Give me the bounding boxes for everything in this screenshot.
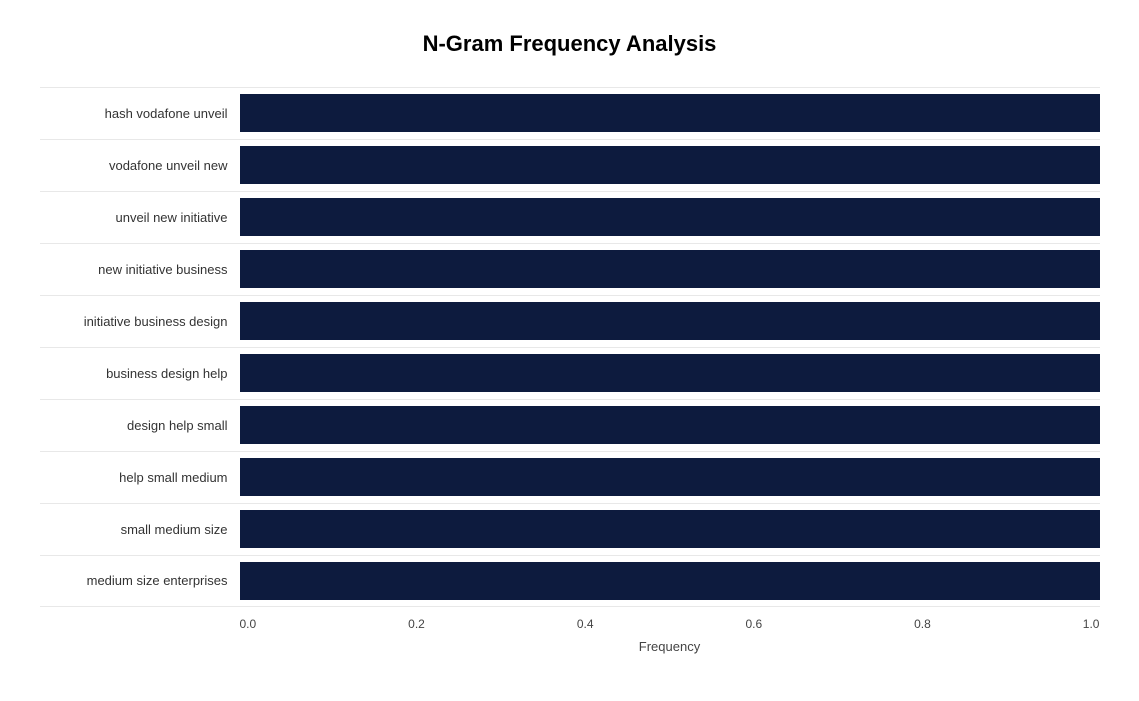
bar-label: initiative business design <box>40 314 240 329</box>
bar-fill <box>240 510 1100 548</box>
bar-row: hash vodafone unveil <box>40 87 1100 139</box>
bar-fill <box>240 146 1100 184</box>
bar-fill <box>240 354 1100 392</box>
bar-row: business design help <box>40 347 1100 399</box>
bar-row: vodafone unveil new <box>40 139 1100 191</box>
bar-fill <box>240 302 1100 340</box>
x-axis: 0.0 0.2 0.4 0.6 0.8 1.0 <box>40 611 1100 633</box>
bar-label: business design help <box>40 366 240 381</box>
x-tick: 1.0 <box>1083 617 1100 631</box>
x-tick: 0.8 <box>914 617 931 631</box>
bar-label: vodafone unveil new <box>40 158 240 173</box>
bar-fill <box>240 406 1100 444</box>
chart-container: N-Gram Frequency Analysis hash vodafone … <box>20 11 1120 691</box>
bar-fill <box>240 94 1100 132</box>
bar-label: medium size enterprises <box>40 573 240 588</box>
chart-title: N-Gram Frequency Analysis <box>40 31 1100 57</box>
bar-label: new initiative business <box>40 262 240 277</box>
bar-fill <box>240 458 1100 496</box>
bar-row: new initiative business <box>40 243 1100 295</box>
bar-row: initiative business design <box>40 295 1100 347</box>
bar-label: design help small <box>40 418 240 433</box>
bar-track <box>240 146 1100 184</box>
x-axis-ticks: 0.0 0.2 0.4 0.6 0.8 1.0 <box>240 611 1100 633</box>
x-tick: 0.4 <box>577 617 594 631</box>
bar-label: unveil new initiative <box>40 210 240 225</box>
bar-track <box>240 354 1100 392</box>
bar-fill <box>240 562 1100 600</box>
bar-track <box>240 94 1100 132</box>
chart-area: hash vodafone unveil vodafone unveil new u… <box>40 87 1100 607</box>
x-tick: 0.6 <box>745 617 762 631</box>
bar-row: design help small <box>40 399 1100 451</box>
bar-fill <box>240 250 1100 288</box>
bar-track <box>240 250 1100 288</box>
bar-row: small medium size <box>40 503 1100 555</box>
bar-track <box>240 302 1100 340</box>
bar-track <box>240 458 1100 496</box>
bar-track <box>240 510 1100 548</box>
bar-row: unveil new initiative <box>40 191 1100 243</box>
bar-label: small medium size <box>40 522 240 537</box>
bar-track <box>240 198 1100 236</box>
bar-label: hash vodafone unveil <box>40 106 240 121</box>
bar-track <box>240 562 1100 600</box>
bar-row: help small medium <box>40 451 1100 503</box>
x-axis-label: Frequency <box>40 639 1100 654</box>
x-tick: 0.0 <box>240 617 257 631</box>
bar-fill <box>240 198 1100 236</box>
bar-label: help small medium <box>40 470 240 485</box>
bar-row: medium size enterprises <box>40 555 1100 607</box>
x-tick: 0.2 <box>408 617 425 631</box>
bar-track <box>240 406 1100 444</box>
